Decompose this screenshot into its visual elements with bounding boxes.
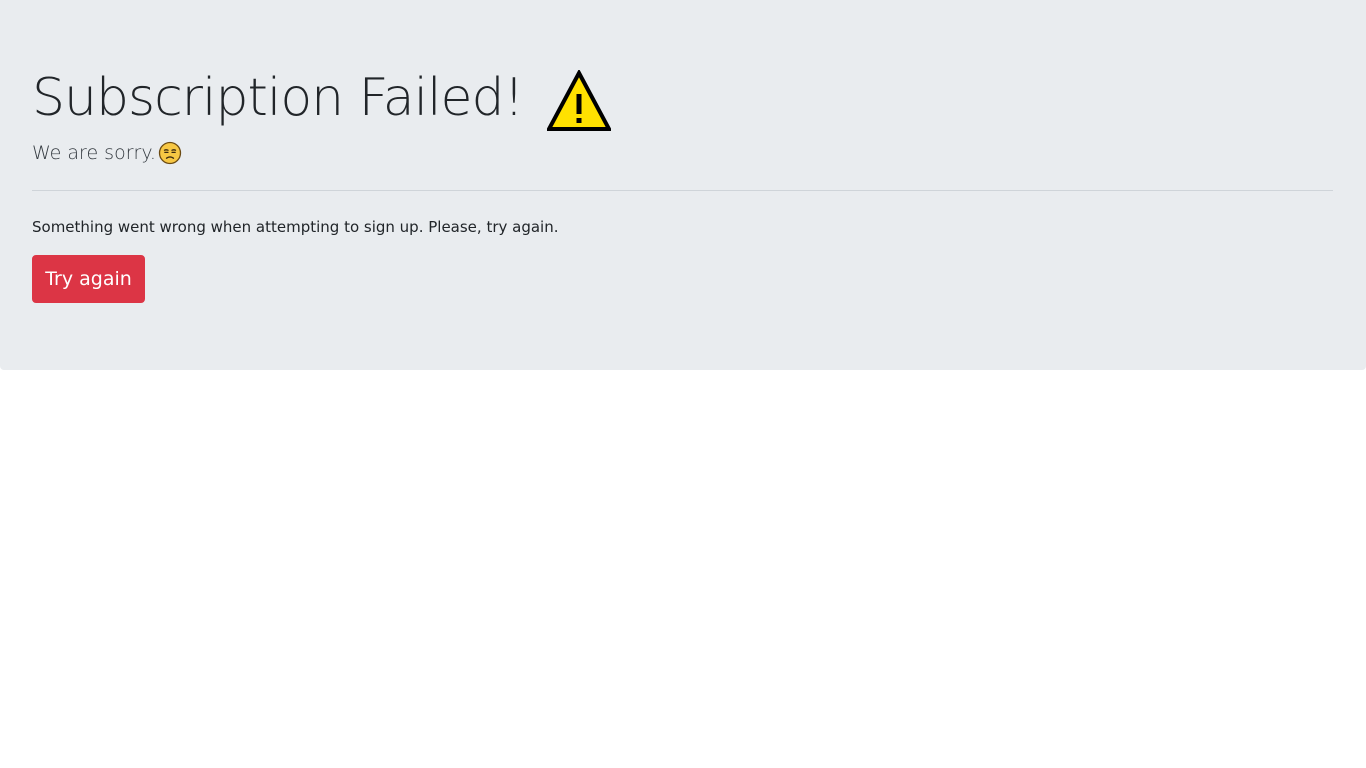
sad-face-icon — [158, 141, 182, 165]
divider — [32, 190, 1333, 191]
jumbotron: Subscription Failed! We are sorry. Somet… — [0, 0, 1366, 370]
subtitle-text: We are sorry. — [32, 142, 156, 164]
page-title: Subscription Failed! — [32, 68, 524, 128]
subtitle: We are sorry. — [32, 138, 1334, 168]
error-message: Something went wrong when attempting to … — [32, 218, 559, 236]
try-again-button[interactable]: Try again — [32, 255, 145, 303]
warning-icon — [546, 68, 613, 132]
title-row: Subscription Failed! — [32, 64, 1334, 132]
